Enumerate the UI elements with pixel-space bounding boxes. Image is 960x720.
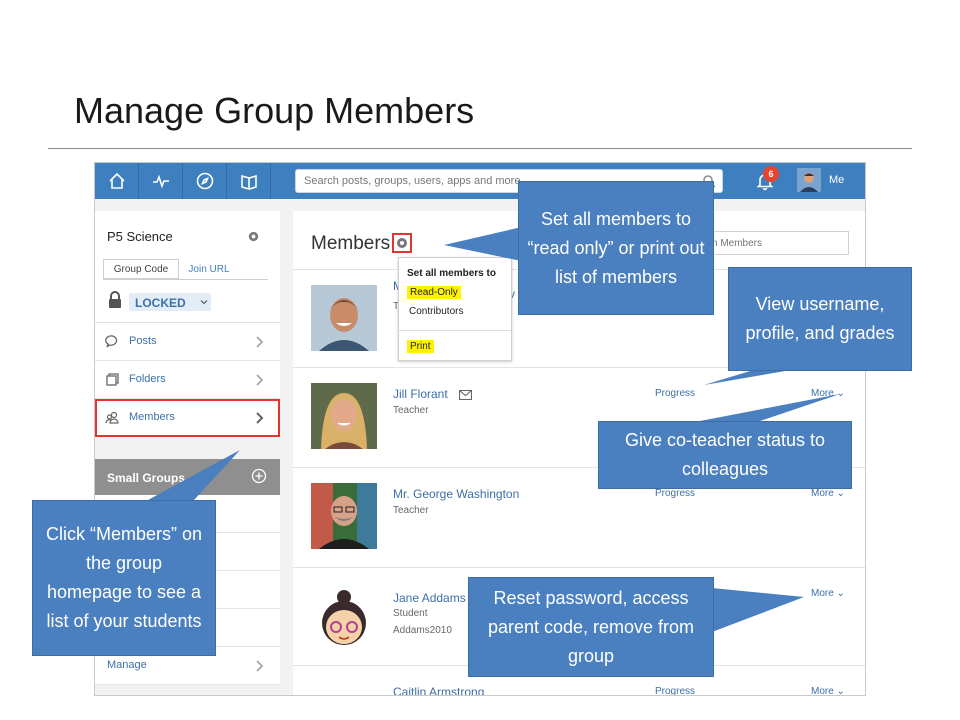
avatar[interactable]	[311, 585, 377, 651]
tab-join-url[interactable]: Join URL	[181, 259, 237, 279]
dropdown-header: Set all members to	[407, 268, 496, 279]
sidebar-item-label: Posts	[129, 335, 157, 347]
chevron-down-icon	[200, 300, 208, 305]
more-menu[interactable]: More ⌄	[811, 686, 845, 695]
sidebar-item-label: Folders	[129, 373, 166, 385]
member-name[interactable]: Jane Addams	[393, 591, 466, 605]
backpack-icon[interactable]	[227, 163, 271, 199]
gear-icon[interactable]	[247, 230, 260, 243]
mail-icon[interactable]	[459, 390, 472, 400]
progress-link[interactable]: Progress	[655, 686, 695, 695]
search-placeholder: h Members	[712, 238, 763, 249]
progress-link[interactable]: Progress	[655, 388, 695, 399]
speech-bubble-icon	[105, 335, 118, 348]
tab-divider	[103, 279, 268, 280]
home-icon[interactable]	[95, 163, 139, 199]
chevron-right-icon	[256, 336, 264, 348]
callout-co-teacher: Give co-teacher status to colleagues	[598, 421, 852, 489]
member-role: Teacher	[393, 405, 429, 416]
row-divider	[293, 567, 865, 568]
member-name[interactable]: Mr. George Washington	[393, 487, 519, 501]
activity-icon[interactable]	[139, 163, 183, 199]
group-card: P5 Science Group Code Join URL LOCKED	[95, 211, 280, 323]
discover-icon[interactable]	[183, 163, 227, 199]
avatar[interactable]	[311, 383, 377, 449]
slide-title: Manage Group Members	[74, 90, 475, 131]
add-small-group-icon[interactable]	[251, 468, 267, 484]
member-role: Teacher	[393, 505, 429, 516]
more-menu[interactable]: More ⌄	[811, 388, 845, 399]
more-menu[interactable]: More ⌄	[811, 488, 845, 499]
avatar[interactable]	[797, 168, 821, 192]
avatar[interactable]	[311, 483, 377, 549]
callout-read-only: Set all members to “read only” or print …	[518, 181, 714, 315]
folders-icon	[106, 373, 119, 386]
top-navigation: Search posts, groups, users, apps and mo…	[95, 163, 865, 199]
menu-item-contributors[interactable]: Contributors	[409, 306, 463, 317]
me-menu[interactable]: Me	[829, 174, 844, 186]
callout-reset-password: Reset password, access parent code, remo…	[468, 577, 714, 677]
progress-link[interactable]: Progress	[655, 488, 695, 499]
chevron-right-icon	[256, 412, 264, 424]
settings-dropdown-menu: Set all members to Read-Only Contributor…	[398, 257, 512, 361]
chevron-right-icon	[256, 374, 264, 386]
notification-badge: 6	[763, 166, 779, 182]
sidebar-item-members[interactable]: Members	[95, 399, 280, 437]
more-menu[interactable]: More ⌄	[811, 588, 845, 599]
sidebar-item-posts[interactable]: Posts	[95, 323, 280, 361]
dropdown-divider	[399, 330, 511, 331]
menu-item-print[interactable]: Print	[407, 340, 434, 353]
gear-icon[interactable]	[395, 236, 409, 250]
sidebar-item-folders[interactable]: Folders	[95, 361, 280, 399]
manage-label: Manage	[107, 659, 147, 671]
menu-item-read-only[interactable]: Read-Only	[407, 286, 461, 299]
chevron-right-icon	[256, 660, 264, 672]
member-role: Student	[393, 608, 428, 619]
locked-label: LOCKED	[135, 296, 186, 310]
small-groups-header: Small Groups	[95, 459, 280, 495]
callout-click-members: Click “Members” on the group homepage to…	[32, 500, 216, 656]
lock-icon	[109, 291, 121, 308]
search-placeholder: Search posts, groups, users, apps and mo…	[304, 175, 530, 187]
avatar[interactable]	[311, 285, 377, 351]
members-icon	[105, 411, 119, 424]
sidebar-item-label: Members	[129, 411, 175, 423]
search-members-input[interactable]: h Members	[701, 231, 849, 255]
member-name[interactable]: Jill Florant	[393, 387, 448, 401]
page-title: Members	[311, 233, 391, 254]
group-name: P5 Science	[107, 229, 173, 244]
callout-view-username: View username, profile, and grades	[728, 267, 912, 371]
title-divider	[48, 148, 912, 149]
member-name[interactable]: Caitlin Armstrong	[393, 685, 484, 695]
tab-group-code[interactable]: Group Code	[103, 259, 179, 279]
member-username: Addams2010	[393, 625, 452, 636]
small-groups-label: Small Groups	[107, 471, 186, 485]
